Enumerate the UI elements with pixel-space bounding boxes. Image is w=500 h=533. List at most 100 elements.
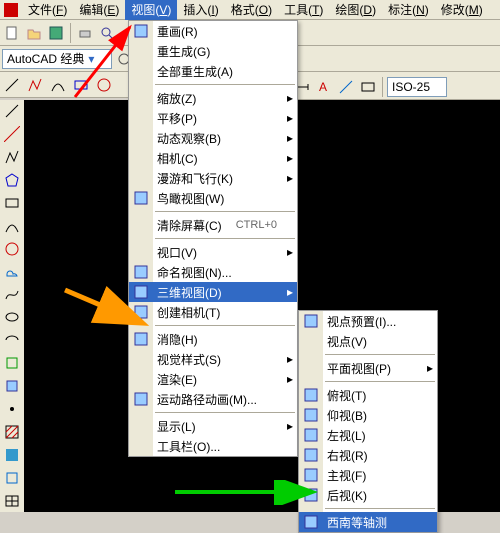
workspace-combo[interactable]: AutoCAD 经典 ▾	[2, 49, 112, 69]
tool-polygon-icon[interactable]	[1, 170, 23, 191]
submenu-arrow-icon: ▸	[287, 131, 293, 145]
menuitem[interactable]: 动态观察(B)▸	[129, 128, 297, 148]
cube-icon	[302, 406, 320, 424]
tool-xline-icon[interactable]	[1, 124, 23, 145]
menuitem[interactable]: 创建相机(T)	[129, 302, 297, 322]
save-icon[interactable]	[46, 23, 66, 43]
menuitem-label: 运动路径动画(M)...	[157, 391, 257, 408]
menuitem[interactable]: 重生成(G)	[129, 41, 297, 61]
menuitem-label: 主视(F)	[327, 467, 366, 484]
menuitem[interactable]: 左视(L)	[299, 425, 437, 445]
dim-edit-icon[interactable]	[336, 77, 356, 97]
rect-icon[interactable]	[71, 75, 91, 95]
menuitem[interactable]: 仰视(B)	[299, 405, 437, 425]
menuitem-label: 视口(V)	[157, 244, 197, 261]
dim-text-icon[interactable]: A	[314, 77, 334, 97]
tool-line-icon[interactable]	[1, 101, 23, 122]
print-icon[interactable]	[75, 23, 95, 43]
menuitem[interactable]: 俯视(T)	[299, 385, 437, 405]
menuitem[interactable]: 主视(F)	[299, 465, 437, 485]
menu-e[interactable]: 编辑(E)	[73, 0, 125, 20]
menuitem-label: 显示(L)	[157, 418, 196, 435]
tool-spline-icon[interactable]	[1, 284, 23, 305]
preview-icon[interactable]	[97, 23, 117, 43]
menuitem[interactable]: 视点预置(I)...	[299, 311, 437, 331]
menuitem[interactable]: 运动路径动画(M)...	[129, 389, 297, 409]
tool-pline-icon[interactable]	[1, 147, 23, 168]
menuitem[interactable]: 相机(C)▸	[129, 148, 297, 168]
tool-column-left	[0, 100, 24, 512]
menuitem[interactable]: 工具栏(O)...	[129, 436, 297, 456]
tool-table-icon[interactable]	[1, 490, 23, 511]
menuitem[interactable]: 重画(R)	[129, 21, 297, 41]
menu-d[interactable]: 绘图(D)	[329, 0, 382, 20]
menuitem-label: 相机(C)	[157, 150, 198, 167]
menu-separator	[325, 508, 435, 509]
menuitem[interactable]: 三维视图(D)▸	[129, 282, 297, 302]
menuitem[interactable]: 鸟瞰视图(W)	[129, 188, 297, 208]
menuitem[interactable]: 漫游和飞行(K)▸	[129, 168, 297, 188]
tool-point-icon[interactable]	[1, 399, 23, 420]
menuitem-label: 左视(L)	[327, 427, 366, 444]
menuitem[interactable]: 后视(K)	[299, 485, 437, 505]
menu-f[interactable]: 文件(F)	[22, 0, 73, 20]
named-view-icon	[132, 263, 150, 281]
menu-separator	[155, 84, 295, 85]
menuitem[interactable]: 清除屏幕(C)CTRL+0	[129, 215, 297, 235]
menuitem[interactable]: 西南等轴测	[299, 512, 437, 532]
menuitem-label: 西南等轴测	[327, 514, 387, 531]
menuitem[interactable]: 平面视图(P)▸	[299, 358, 437, 378]
tool-ellipsearc-icon[interactable]	[1, 330, 23, 351]
menuitem[interactable]: 平移(P)▸	[129, 108, 297, 128]
tool-gradient-icon[interactable]	[1, 444, 23, 465]
toolbar-dim: A ISO-25	[290, 74, 500, 100]
tool-rect-icon[interactable]	[1, 193, 23, 214]
svg-text:A: A	[319, 80, 327, 94]
aerial-icon	[132, 189, 150, 207]
menuitem[interactable]: 视点(V)	[299, 331, 437, 351]
arc-icon[interactable]	[48, 75, 68, 95]
menuitem-label: 缩放(Z)	[157, 90, 196, 107]
tool-cloud-icon[interactable]	[1, 261, 23, 282]
menuitem[interactable]: 视口(V)▸	[129, 242, 297, 262]
menuitem[interactable]: 消隐(H)	[129, 329, 297, 349]
tool-ellipse-icon[interactable]	[1, 307, 23, 328]
tool-insert-icon[interactable]	[1, 353, 23, 374]
cube-icon	[302, 426, 320, 444]
submenu-arrow-icon: ▸	[287, 171, 293, 185]
tool-region-icon[interactable]	[1, 467, 23, 488]
dimstyle-combo[interactable]: ISO-25	[387, 77, 447, 97]
new-icon[interactable]	[2, 23, 22, 43]
menuitem-label: 消隐(H)	[157, 331, 198, 348]
tool-hatch-icon[interactable]	[1, 421, 23, 442]
app-logo-icon	[4, 3, 18, 17]
menu-t[interactable]: 工具(T)	[278, 0, 329, 20]
menu-v[interactable]: 视图(V)	[125, 0, 177, 20]
tool-circle-icon[interactable]	[1, 238, 23, 259]
iso-icon	[302, 513, 320, 531]
preset-icon	[302, 312, 320, 330]
menuitem[interactable]: 右视(R)	[299, 445, 437, 465]
tool-block-icon[interactable]	[1, 376, 23, 397]
menuitem[interactable]: 显示(L)▸	[129, 416, 297, 436]
open-icon[interactable]	[24, 23, 44, 43]
line-icon[interactable]	[2, 75, 22, 95]
dim-update-icon[interactable]	[358, 77, 378, 97]
3d-views-submenu: 视点预置(I)...视点(V) 平面视图(P)▸ 俯视(T)仰视(B) 左视(L)右视…	[298, 310, 438, 533]
menuitem[interactable]: 缩放(Z)▸	[129, 88, 297, 108]
menuitem[interactable]: 渲染(E)▸	[129, 369, 297, 389]
menuitem[interactable]: 命名视图(N)...	[129, 262, 297, 282]
menuitem-label: 鸟瞰视图(W)	[157, 190, 224, 207]
redraw-icon	[132, 22, 150, 40]
tool-arc-icon[interactable]	[1, 215, 23, 236]
menu-m[interactable]: 修改(M)	[435, 0, 489, 20]
dimstyle-combo-value: ISO-25	[392, 80, 430, 94]
menu-i[interactable]: 插入(I)	[177, 0, 224, 20]
circle-icon[interactable]	[94, 75, 114, 95]
menu-o[interactable]: 格式(O)	[225, 0, 278, 20]
menuitem-shortcut: CTRL+0	[236, 219, 277, 231]
pline-icon[interactable]	[25, 75, 45, 95]
menu-n[interactable]: 标注(N)	[382, 0, 435, 20]
menuitem[interactable]: 视觉样式(S)▸	[129, 349, 297, 369]
menuitem[interactable]: 全部重生成(A)	[129, 61, 297, 81]
